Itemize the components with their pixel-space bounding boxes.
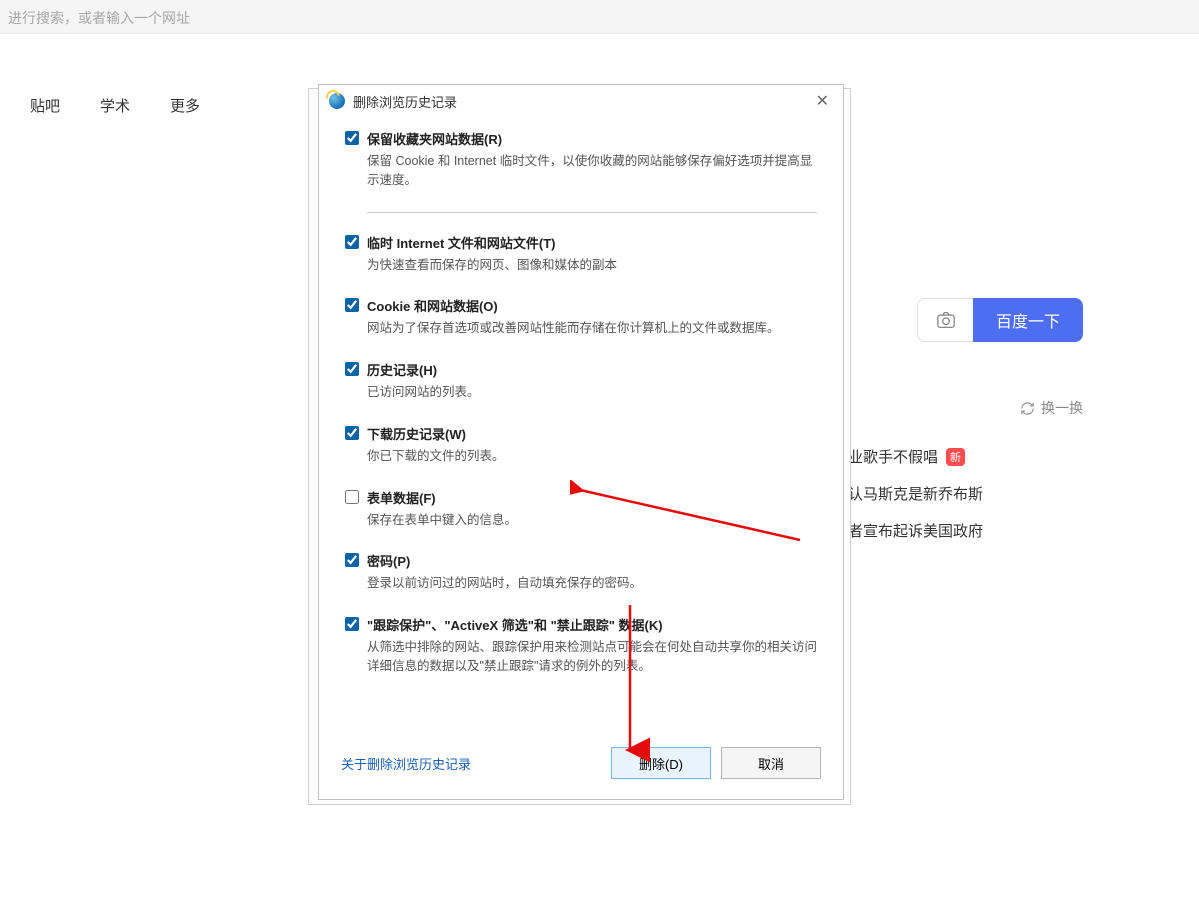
option-checkbox[interactable] [345, 490, 359, 504]
news-item[interactable]: 认马斯克是新乔布斯 [848, 475, 1108, 512]
separator [367, 212, 817, 213]
search-button[interactable]: 百度一下 [973, 298, 1083, 342]
option-description: 从筛选中排除的网站、跟踪保护用来检测站点可能会在何处自动共享你的相关访问详细信息… [367, 638, 817, 676]
refresh-label: 换一换 [1041, 398, 1083, 418]
address-bar[interactable]: 进行搜索，或者输入一个网址 [0, 0, 1199, 34]
cancel-button[interactable]: 取消 [721, 747, 821, 779]
option-label: 保留收藏夹网站数据(R) [367, 129, 502, 148]
option-label: 下载历史记录(W) [367, 424, 466, 443]
search-area: 百度一下 [917, 298, 1083, 342]
option-row: 历史记录(H) 已访问网站的列表。 [345, 360, 817, 402]
option-checkbox[interactable] [345, 298, 359, 312]
news-list: 业歌手不假唱 新 认马斯克是新乔布斯 者宣布起诉美国政府 [848, 438, 1108, 549]
option-row: "跟踪保护"、"ActiveX 筛选"和 "禁止跟踪" 数据(K) 从筛选中排除的… [345, 615, 817, 676]
nav-tabs: 贴吧 学术 更多 [30, 95, 200, 116]
close-icon[interactable]: ✕ [812, 91, 833, 111]
delete-history-dialog: 删除浏览历史记录 ✕ 保留收藏夹网站数据(R) 保留 Cookie 和 Inter… [318, 84, 844, 800]
option-label: 密码(P) [367, 551, 410, 570]
badge-new: 新 [946, 448, 965, 466]
news-text: 业歌手不假唱 [848, 446, 938, 467]
news-item[interactable]: 者宣布起诉美国政府 [848, 512, 1108, 549]
option-row: 临时 Internet 文件和网站文件(T) 为快速查看而保存的网页、图像和媒体的… [345, 233, 817, 275]
dialog-footer: 关于删除浏览历史记录 删除(D) 取消 [319, 733, 843, 799]
refresh-icon [1020, 401, 1035, 416]
nav-tieba[interactable]: 贴吧 [30, 95, 60, 116]
option-description: 保存在表单中键入的信息。 [367, 511, 817, 530]
option-description: 为快速查看而保存的网页、图像和媒体的副本 [367, 256, 817, 275]
delete-button[interactable]: 删除(D) [611, 747, 711, 779]
option-row: 保留收藏夹网站数据(R) 保留 Cookie 和 Internet 临时文件，以使… [345, 129, 817, 190]
option-row: 下载历史记录(W) 你已下载的文件的列表。 [345, 424, 817, 466]
address-placeholder: 进行搜索，或者输入一个网址 [8, 10, 190, 26]
news-text: 者宣布起诉美国政府 [848, 520, 983, 541]
option-description: 你已下载的文件的列表。 [367, 447, 817, 466]
dialog-body: 保留收藏夹网站数据(R) 保留 Cookie 和 Internet 临时文件，以使… [319, 117, 843, 733]
refresh-button[interactable]: 换一换 [1020, 398, 1083, 418]
camera-icon [936, 311, 956, 329]
dialog-titlebar: 删除浏览历史记录 ✕ [319, 85, 843, 117]
news-item[interactable]: 业歌手不假唱 新 [848, 438, 1108, 475]
option-checkbox[interactable] [345, 131, 359, 145]
option-checkbox[interactable] [345, 235, 359, 249]
option-description: 网站为了保存首选项或改善网站性能而存储在你计算机上的文件或数据库。 [367, 319, 817, 338]
news-text: 认马斯克是新乔布斯 [848, 483, 983, 504]
option-label: Cookie 和网站数据(O) [367, 296, 498, 315]
option-description: 登录以前访问过的网站时，自动填充保存的密码。 [367, 574, 817, 593]
option-description: 保留 Cookie 和 Internet 临时文件，以使你收藏的网站能够保存偏好… [367, 152, 817, 190]
option-checkbox[interactable] [345, 553, 359, 567]
option-label: 临时 Internet 文件和网站文件(T) [367, 233, 556, 252]
ie-icon [329, 93, 345, 109]
nav-more[interactable]: 更多 [170, 95, 200, 116]
dialog-title-text: 删除浏览历史记录 [353, 92, 457, 111]
about-link[interactable]: 关于删除浏览历史记录 [341, 754, 471, 773]
option-description: 已访问网站的列表。 [367, 383, 817, 402]
option-checkbox[interactable] [345, 362, 359, 376]
option-label: 历史记录(H) [367, 360, 437, 379]
option-row: Cookie 和网站数据(O) 网站为了保存首选项或改善网站性能而存储在你计算机上… [345, 296, 817, 338]
option-checkbox[interactable] [345, 426, 359, 440]
option-label: "跟踪保护"、"ActiveX 筛选"和 "禁止跟踪" 数据(K) [367, 615, 663, 634]
option-label: 表单数据(F) [367, 488, 436, 507]
option-row: 表单数据(F) 保存在表单中键入的信息。 [345, 488, 817, 530]
nav-xueshu[interactable]: 学术 [100, 95, 130, 116]
camera-button[interactable] [917, 298, 973, 342]
option-checkbox[interactable] [345, 617, 359, 631]
option-row: 密码(P) 登录以前访问过的网站时，自动填充保存的密码。 [345, 551, 817, 593]
